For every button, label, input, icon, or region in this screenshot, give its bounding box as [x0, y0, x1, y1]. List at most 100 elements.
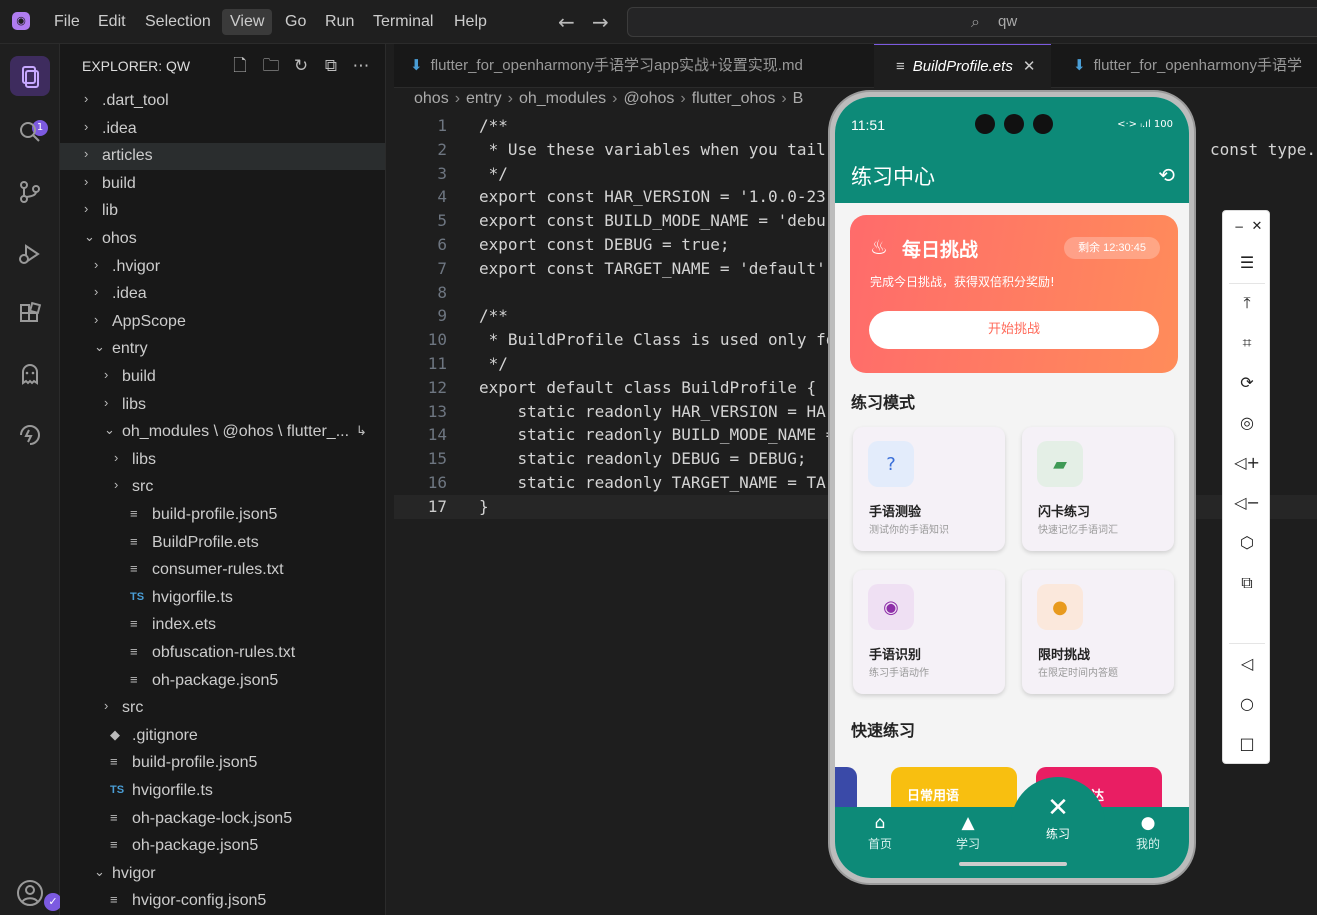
- tree-item[interactable]: › .idea: [60, 116, 385, 143]
- tree-item[interactable]: ≡ obfuscation-rules.txt: [60, 640, 385, 667]
- chevron-right-icon: ›: [104, 698, 109, 714]
- mode-icon: ◉: [868, 584, 914, 630]
- tab-markdown-2[interactable]: ⬇ flutter_for_openharmony手语学: [1057, 44, 1317, 88]
- account-icon[interactable]: ✓: [14, 877, 62, 911]
- volume-down-icon[interactable]: ◁−: [1231, 487, 1263, 519]
- tree-item[interactable]: TS hvigorfile.ts: [60, 585, 385, 612]
- back-icon[interactable]: ◁: [1231, 648, 1263, 680]
- menu-run[interactable]: Run: [317, 9, 362, 35]
- collapse-all-icon[interactable]: ⧉: [321, 56, 341, 76]
- breadcrumb-item[interactable]: oh_modules: [519, 90, 606, 107]
- tab-buildprofile[interactable]: ≡ BuildProfile.ets ✕: [874, 44, 1051, 88]
- card-title: 闪卡练习: [1038, 505, 1091, 520]
- tree-item[interactable]: ≡ oh-package.json5: [60, 668, 385, 695]
- menu-help[interactable]: Help: [446, 9, 495, 35]
- back-arrow-icon[interactable]: ←: [558, 10, 575, 34]
- tree-item[interactable]: ⌄ entry: [60, 336, 385, 363]
- forward-arrow-icon[interactable]: →: [592, 10, 609, 34]
- search-icon[interactable]: [10, 112, 50, 152]
- daily-challenge-card: ♨ 每日挑战 剩余 12:30:45 完成今日挑战，获得双倍积分奖励! 开始挑战: [850, 215, 1178, 373]
- menu-view[interactable]: View: [222, 9, 273, 35]
- tree-item[interactable]: › src: [60, 695, 385, 722]
- tree-item-label: obfuscation-rules.txt: [152, 644, 296, 661]
- pin-top-icon[interactable]: ⤒: [1231, 287, 1263, 319]
- tree-item[interactable]: › .dart_tool: [60, 88, 385, 115]
- new-file-icon[interactable]: 🗋: [230, 56, 250, 76]
- breadcrumb-item[interactable]: flutter_ohos: [692, 90, 776, 107]
- tree-item[interactable]: ≡ build-profile.json5: [60, 750, 385, 777]
- tree-item[interactable]: ≡ oh-package.json5: [60, 833, 385, 860]
- search-icon: ⌕: [971, 12, 980, 31]
- menu-file[interactable]: File: [46, 9, 88, 35]
- command-center-search[interactable]: ⌕ qw: [627, 7, 1317, 37]
- tree-item[interactable]: › src: [60, 474, 385, 501]
- tree-item[interactable]: TS hvigorfile.ts: [60, 778, 385, 805]
- harmony-assistant-icon[interactable]: [10, 414, 50, 454]
- fold-icon[interactable]: ⬡: [1231, 527, 1263, 559]
- history-icon[interactable]: ⟲: [1158, 163, 1175, 187]
- breadcrumb-item[interactable]: ohos: [414, 90, 449, 107]
- volume-up-icon[interactable]: ◁+: [1231, 447, 1263, 479]
- close-icon[interactable]: ✕: [1241, 211, 1273, 243]
- rotate-icon[interactable]: ⟳: [1231, 367, 1263, 399]
- nav-item[interactable]: ▲ 学习: [933, 813, 1003, 852]
- tree-item[interactable]: ≡ build-profile.json5: [60, 502, 385, 529]
- source-control-icon[interactable]: [10, 172, 50, 212]
- nav-label: 练习: [1045, 827, 1070, 841]
- tree-item[interactable]: ⌄ oh_modules \ @ohos \ flutter_... ↳: [60, 419, 385, 446]
- tree-item[interactable]: › build: [60, 171, 385, 198]
- tree-item[interactable]: ≡ index.ets: [60, 612, 385, 639]
- code-text: static readonly TARGET_NAME = TA: [479, 473, 826, 492]
- tree-item[interactable]: ⌄ ohos: [60, 226, 385, 253]
- close-icon[interactable]: ✕: [1023, 58, 1036, 75]
- mode-icon: ?: [868, 441, 914, 487]
- refresh-icon[interactable]: ↻: [291, 56, 311, 76]
- tree-item[interactable]: › .idea: [60, 281, 385, 308]
- practice-mode-card[interactable]: ▰ 闪卡练习 快速记忆手语词汇: [1022, 427, 1174, 551]
- tree-item[interactable]: ≡ consumer-rules.txt: [60, 557, 385, 584]
- tree-item-label: index.ets: [152, 616, 217, 634]
- nav-item[interactable]: ⌂ 首页: [845, 813, 915, 852]
- more-actions-icon[interactable]: ⋯: [351, 56, 371, 76]
- tab-markdown-1[interactable]: ⬇ flutter_for_openharmony手语学习app实战+设置实现.m…: [394, 44, 874, 88]
- breadcrumb-item[interactable]: entry: [466, 90, 502, 107]
- extensions-icon[interactable]: [10, 294, 50, 334]
- ghost-icon[interactable]: [10, 354, 50, 394]
- home-icon[interactable]: ○: [1231, 688, 1263, 720]
- nav-item[interactable]: ● 我的: [1113, 813, 1183, 852]
- location-icon[interactable]: ◎: [1231, 407, 1263, 439]
- practice-mode-card[interactable]: ◉ 手语识别 练习手语动作: [853, 570, 1005, 694]
- practice-mode-card[interactable]: ? 手语测验 测试你的手语知识: [853, 427, 1005, 551]
- tree-item[interactable]: ≡ oh-package-lock.json5: [60, 806, 385, 833]
- file-icon: ≡: [130, 616, 138, 632]
- tree-item[interactable]: ⌄ hvigor: [60, 861, 385, 888]
- new-folder-icon[interactable]: 🗀: [261, 56, 281, 76]
- tree-item[interactable]: ◆ .gitignore: [60, 723, 385, 750]
- menu-selection[interactable]: Selection: [137, 9, 219, 35]
- tree-item[interactable]: › articles: [60, 143, 385, 171]
- tree-item[interactable]: › .hvigor: [60, 254, 385, 281]
- tree-item-label: entry: [112, 340, 148, 358]
- nav-item[interactable]: ✕ 练习: [1023, 793, 1093, 842]
- crop-icon[interactable]: ⌗: [1231, 327, 1263, 359]
- tree-item[interactable]: › libs: [60, 392, 385, 419]
- screenshot-icon[interactable]: ⧉: [1231, 567, 1263, 599]
- recents-icon[interactable]: □: [1231, 728, 1263, 760]
- tree-item[interactable]: ≡ BuildProfile.ets: [60, 530, 385, 557]
- tree-item[interactable]: › build: [60, 364, 385, 391]
- start-challenge-button[interactable]: 开始挑战: [869, 311, 1159, 349]
- breadcrumb-item[interactable]: @ohos: [623, 90, 674, 107]
- menu-terminal[interactable]: Terminal: [365, 9, 441, 35]
- explorer-icon[interactable]: [10, 56, 50, 96]
- tree-item[interactable]: › lib: [60, 198, 385, 225]
- breadcrumb-item[interactable]: B: [793, 90, 804, 107]
- tree-item[interactable]: › libs: [60, 447, 385, 474]
- tree-item[interactable]: › AppScope: [60, 309, 385, 336]
- menu-icon[interactable]: ☰: [1231, 247, 1263, 279]
- practice-mode-card[interactable]: ● 限时挑战 在限定时间内答题: [1022, 570, 1174, 694]
- run-debug-icon[interactable]: [10, 234, 50, 274]
- menu-edit[interactable]: Edit: [90, 9, 134, 35]
- tree-item[interactable]: ≡ hvigor-config.json5: [60, 888, 385, 915]
- menu-go[interactable]: Go: [277, 9, 314, 35]
- emulator-toolbar: − ✕ ☰ ⤒ ⌗ ⟳ ◎ ◁+ ◁− ⬡ ⧉ ◁ ○ □: [1222, 210, 1270, 764]
